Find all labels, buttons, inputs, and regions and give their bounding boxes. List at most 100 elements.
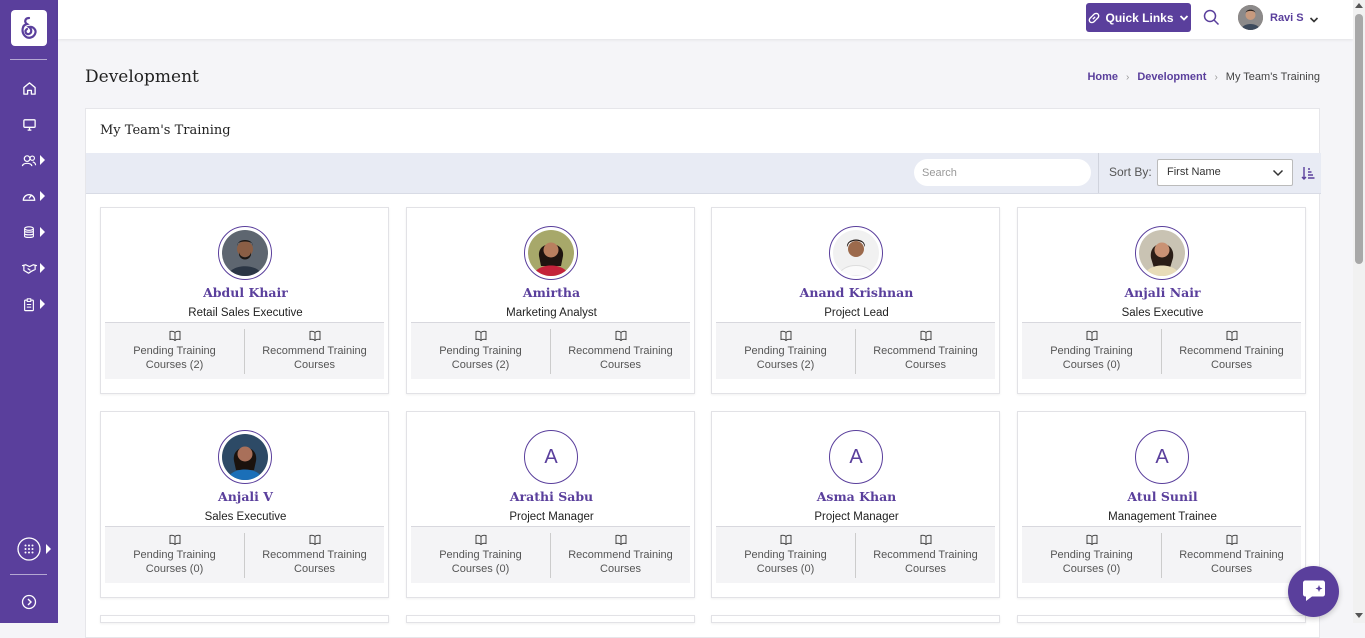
employee-avatar[interactable]: A bbox=[1135, 430, 1189, 484]
user-name[interactable]: Ravi S bbox=[1270, 12, 1304, 24]
link-icon bbox=[1089, 12, 1100, 23]
breadcrumb-home[interactable]: Home bbox=[1087, 71, 1118, 83]
sidebar-item-clipboard[interactable] bbox=[0, 292, 58, 316]
breadcrumb-development[interactable]: Development bbox=[1137, 71, 1206, 83]
employee-card-partial[interactable] bbox=[711, 615, 1000, 623]
employee-avatar[interactable]: A bbox=[524, 430, 578, 484]
recommend-training-link[interactable]: Recommend Training Courses bbox=[551, 323, 690, 380]
recommend-training-link[interactable]: Recommend Training Courses bbox=[1162, 323, 1301, 380]
recommend-training-link[interactable]: Recommend Training Courses bbox=[1162, 527, 1301, 584]
chevron-right-icon: › bbox=[1214, 71, 1218, 83]
caret-right-icon bbox=[40, 191, 45, 201]
expand-circle-icon bbox=[21, 594, 37, 610]
pending-training-count: Courses (0) bbox=[1062, 359, 1121, 371]
pending-training-link[interactable]: Pending Training Courses (0) bbox=[105, 527, 244, 584]
recommend-training-label: Recommend Training bbox=[1179, 345, 1284, 357]
user-menu-toggle[interactable] bbox=[1309, 12, 1319, 30]
chevron-down-icon bbox=[1309, 17, 1319, 23]
recommend-training-link[interactable]: Recommend Training Courses bbox=[551, 527, 690, 584]
recommend-training-label: Recommend Training bbox=[568, 549, 673, 561]
user-avatar[interactable] bbox=[1238, 5, 1263, 30]
pending-training-link[interactable]: Pending Training Courses (0) bbox=[1022, 527, 1161, 584]
avatar-image bbox=[1139, 230, 1185, 276]
sidebar-expand-button[interactable] bbox=[0, 590, 58, 614]
employee-name[interactable]: Atul Sunil bbox=[1018, 489, 1307, 504]
employee-avatar[interactable] bbox=[1135, 226, 1189, 280]
pending-training-count: Courses (2) bbox=[756, 359, 815, 371]
employee-name[interactable]: Anjali Nair bbox=[1018, 285, 1307, 300]
sort-direction-button[interactable] bbox=[1301, 166, 1315, 185]
pending-training-link[interactable]: Pending Training Courses (2) bbox=[411, 323, 550, 380]
quick-links-button[interactable]: Quick Links bbox=[1086, 3, 1191, 32]
recommend-training-link[interactable]: Recommend Training Courses bbox=[245, 527, 384, 584]
sidebar-item-monitor[interactable] bbox=[0, 112, 58, 136]
employee-card[interactable]: Anjali V Sales Executive Pending Training C… bbox=[100, 411, 389, 598]
recommend-training-label-2: Courses bbox=[294, 563, 335, 575]
pending-training-link[interactable]: Pending Training Courses (0) bbox=[411, 527, 550, 584]
sidebar-item-database[interactable] bbox=[0, 220, 58, 244]
employee-card[interactable]: A Arathi Sabu Project Manager Pending Train… bbox=[406, 411, 695, 598]
handshake-icon bbox=[21, 263, 37, 274]
employee-avatar[interactable]: A bbox=[829, 430, 883, 484]
scroll-up-arrow[interactable] bbox=[1355, 3, 1363, 8]
chat-button[interactable] bbox=[1288, 566, 1339, 617]
employee-card[interactable]: Anjali Nair Sales Executive Pending Traini… bbox=[1017, 207, 1306, 394]
employee-name[interactable]: Anand Krishnan bbox=[712, 285, 1001, 300]
clipboard-icon bbox=[24, 297, 34, 311]
pending-training-link[interactable]: Pending Training Courses (0) bbox=[716, 527, 855, 584]
toolbar-divider bbox=[1098, 153, 1099, 193]
employee-name[interactable]: Amirtha bbox=[407, 285, 696, 300]
employee-avatar[interactable] bbox=[524, 226, 578, 280]
scrollbar-thumb[interactable] bbox=[1355, 14, 1363, 264]
book-open-icon bbox=[780, 534, 791, 545]
employee-card-partial[interactable] bbox=[1017, 615, 1306, 623]
header-search-button[interactable] bbox=[1203, 9, 1220, 31]
recommend-training-label-2: Courses bbox=[1211, 563, 1252, 575]
page-title: Development bbox=[85, 67, 199, 87]
sidebar-apps-button[interactable] bbox=[0, 537, 58, 561]
search-icon bbox=[1203, 9, 1220, 26]
employee-card[interactable]: Abdul Khair Retail Sales Executive Pending… bbox=[100, 207, 389, 394]
recommend-training-link[interactable]: Recommend Training Courses bbox=[856, 527, 995, 584]
pending-training-label: Pending Training bbox=[1050, 549, 1133, 561]
sort-ascending-icon bbox=[1301, 167, 1315, 180]
sidebar-divider bbox=[10, 59, 47, 60]
employee-photo bbox=[1139, 230, 1185, 276]
employee-card[interactable]: A Asma Khan Project Manager Pending Trainin… bbox=[711, 411, 1000, 598]
search-input[interactable] bbox=[914, 159, 1091, 186]
book-open-icon bbox=[475, 330, 486, 341]
recommend-training-link[interactable]: Recommend Training Courses bbox=[245, 323, 384, 380]
sidebar-item-home[interactable] bbox=[0, 76, 58, 100]
card-actions: Pending Training Courses (2) Recommend Tra… bbox=[716, 322, 995, 379]
caret-right-icon bbox=[40, 227, 45, 237]
card-actions: Pending Training Courses (0) Recommend Tra… bbox=[1022, 322, 1301, 379]
book-open-icon bbox=[169, 330, 180, 341]
sidebar-item-team[interactable] bbox=[0, 148, 58, 172]
employee-name[interactable]: Asma Khan bbox=[712, 489, 1001, 504]
employee-card-partial[interactable] bbox=[100, 615, 389, 623]
employee-card[interactable]: Anand Krishnan Project Lead Pending Traini… bbox=[711, 207, 1000, 394]
recommend-training-label: Recommend Training bbox=[262, 345, 367, 357]
employee-card[interactable]: A Atul Sunil Management Trainee Pending Tra… bbox=[1017, 411, 1306, 598]
breadcrumb: Home › Development › My Team's Training bbox=[1087, 71, 1320, 83]
employee-card[interactable]: Amirtha Marketing Analyst Pending Training… bbox=[406, 207, 695, 394]
sidebar-item-handshake[interactable] bbox=[0, 256, 58, 280]
employee-avatar[interactable] bbox=[218, 430, 272, 484]
pending-training-link[interactable]: Pending Training Courses (0) bbox=[1022, 323, 1161, 380]
pending-training-link[interactable]: Pending Training Courses (2) bbox=[105, 323, 244, 380]
caret-right-icon bbox=[40, 155, 45, 165]
app-logo[interactable] bbox=[11, 10, 47, 46]
employee-name[interactable]: Abdul Khair bbox=[101, 285, 390, 300]
employee-avatar[interactable] bbox=[218, 226, 272, 280]
pending-training-link[interactable]: Pending Training Courses (2) bbox=[716, 323, 855, 380]
scroll-down-arrow[interactable] bbox=[1355, 613, 1363, 618]
sort-select[interactable]: First Name bbox=[1157, 159, 1293, 186]
panel-title: My Team's Training bbox=[100, 123, 231, 138]
avatar-image bbox=[833, 230, 879, 276]
employee-name[interactable]: Anjali V bbox=[101, 489, 390, 504]
sidebar-item-dashboard[interactable] bbox=[0, 184, 58, 208]
employee-name[interactable]: Arathi Sabu bbox=[407, 489, 696, 504]
employee-avatar[interactable] bbox=[829, 226, 883, 280]
employee-card-partial[interactable] bbox=[406, 615, 695, 623]
recommend-training-link[interactable]: Recommend Training Courses bbox=[856, 323, 995, 380]
